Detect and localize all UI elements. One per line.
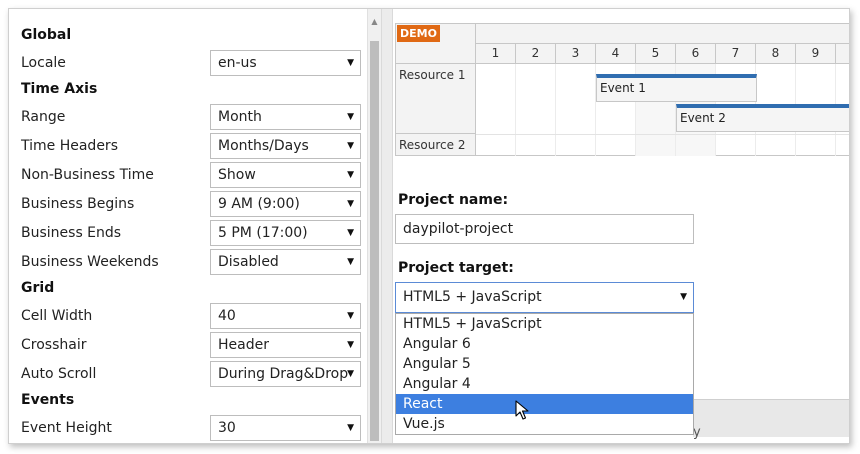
business-ends-select[interactable]: 5 PM (17:00) ▼ [210,220,361,246]
day-header-cell: 6 [676,44,716,64]
range-label: Range [21,109,66,125]
business-weekends-label: Business Weekends [21,254,159,270]
section-title-grid: Grid [21,280,55,296]
range-value: Month [218,109,262,125]
panel-splitter[interactable] [381,9,393,443]
grid-column[interactable] [516,64,556,156]
business-begins-value: 9 AM (9:00) [218,196,300,212]
demo-badge: DEMO [397,25,440,42]
resource-row-divider [476,134,849,135]
chevron-down-icon: ▼ [347,369,354,379]
grid-column[interactable] [556,64,596,156]
day-header-cell: 7 [716,44,756,64]
crosshair-value: Header [218,337,269,353]
day-header-cell: 3 [556,44,596,64]
day-header-cell: 9 [796,44,836,64]
event-height-select[interactable]: 30 ▼ [210,415,361,441]
scroll-up-arrow-icon[interactable]: ▲ [370,17,379,27]
chevron-down-icon: ▼ [680,292,687,302]
project-target-value: HTML5 + JavaScript [403,289,542,305]
locale-select[interactable]: en-us ▼ [210,50,361,76]
chevron-down-icon: ▼ [347,58,354,68]
day-header-cell: 5 [636,44,676,64]
crosshair-label: Crosshair [21,337,87,353]
cell-width-value: 40 [218,308,236,324]
background-text: y [693,425,701,440]
scheduler-corner: DEMO [396,24,476,64]
option-angular-5[interactable]: Angular 5 [396,354,693,374]
chevron-down-icon: ▼ [347,311,354,321]
locale-value: en-us [218,55,257,71]
scrollbar-thumb[interactable] [370,41,379,441]
auto-scroll-label: Auto Scroll [21,366,97,382]
option-angular-4[interactable]: Angular 4 [396,374,693,394]
auto-scroll-value: During Drag&Drop [218,366,349,382]
resource-name: Resource 2 [396,134,476,156]
resource-name: Resource 1 [396,64,476,134]
section-title-events: Events [21,392,75,408]
business-ends-label: Business Ends [21,225,122,241]
event-height-value: 30 [218,420,236,436]
scheduler-event[interactable]: Event 1 [596,74,757,102]
day-header-cell: 2 [516,44,556,64]
cell-width-select[interactable]: 40 ▼ [210,303,361,329]
mouse-cursor-icon [515,400,529,420]
business-ends-value: 5 PM (17:00) [218,225,308,241]
chevron-down-icon: ▼ [347,141,354,151]
chevron-down-icon: ▼ [347,228,354,238]
time-headers-value: Months/Days [218,138,309,154]
scheduler-event[interactable]: Event 2 [676,104,849,132]
crosshair-select[interactable]: Header ▼ [210,332,361,358]
locale-label: Locale [21,55,66,71]
chevron-down-icon: ▼ [347,423,354,433]
section-title-time-axis: Time Axis [21,81,98,97]
settings-panel: Global Locale en-us ▼ Time Axis Range Mon… [9,9,367,443]
option-angular-6[interactable]: Angular 6 [396,334,693,354]
non-business-time-select[interactable]: Show ▼ [210,162,361,188]
day-header-cell: 1 [476,44,516,64]
project-name-input[interactable]: daypilot-project [395,214,694,244]
chevron-down-icon: ▼ [347,257,354,267]
option-html5-javascript[interactable]: HTML5 + JavaScript [396,314,693,334]
chevron-down-icon: ▼ [347,340,354,350]
business-begins-select[interactable]: 9 AM (9:00) ▼ [210,191,361,217]
scheduler-month-header [476,24,849,44]
non-business-time-value: Show [218,167,256,183]
project-target-label: Project target: [398,260,514,276]
time-headers-select[interactable]: Months/Days ▼ [210,133,361,159]
app-window: Global Locale en-us ▼ Time Axis Range Mon… [8,8,850,444]
project-target-select[interactable]: HTML5 + JavaScript ▼ [395,282,694,313]
chevron-down-icon: ▼ [347,199,354,209]
day-header-cell: 8 [756,44,796,64]
section-title-global: Global [21,27,72,43]
day-header-cell: 4 [596,44,636,64]
non-business-time-label: Non-Business Time [21,167,154,183]
time-headers-label: Time Headers [21,138,118,154]
option-vuejs[interactable]: Vue.js [396,414,693,434]
scheduler-day-header: 1 2 3 4 5 6 7 8 9 [476,44,849,64]
chevron-down-icon: ▼ [347,170,354,180]
event-height-label: Event Height [21,420,112,436]
project-target-options: HTML5 + JavaScript Angular 6 Angular 5 A… [395,313,694,435]
option-react[interactable]: React [396,394,693,414]
auto-scroll-select[interactable]: During Drag&Drop ▼ [210,361,361,387]
scheduler: DEMO 1 2 3 4 5 6 7 8 9 Resource 1 Resour… [395,23,849,156]
project-name-label: Project name: [398,192,509,208]
background-panel [693,399,849,437]
business-weekends-select[interactable]: Disabled ▼ [210,249,361,275]
cell-width-label: Cell Width [21,308,93,324]
business-begins-label: Business Begins [21,196,135,212]
grid-column[interactable] [476,64,516,156]
business-weekends-value: Disabled [218,254,279,270]
range-select[interactable]: Month ▼ [210,104,361,130]
chevron-down-icon: ▼ [347,112,354,122]
